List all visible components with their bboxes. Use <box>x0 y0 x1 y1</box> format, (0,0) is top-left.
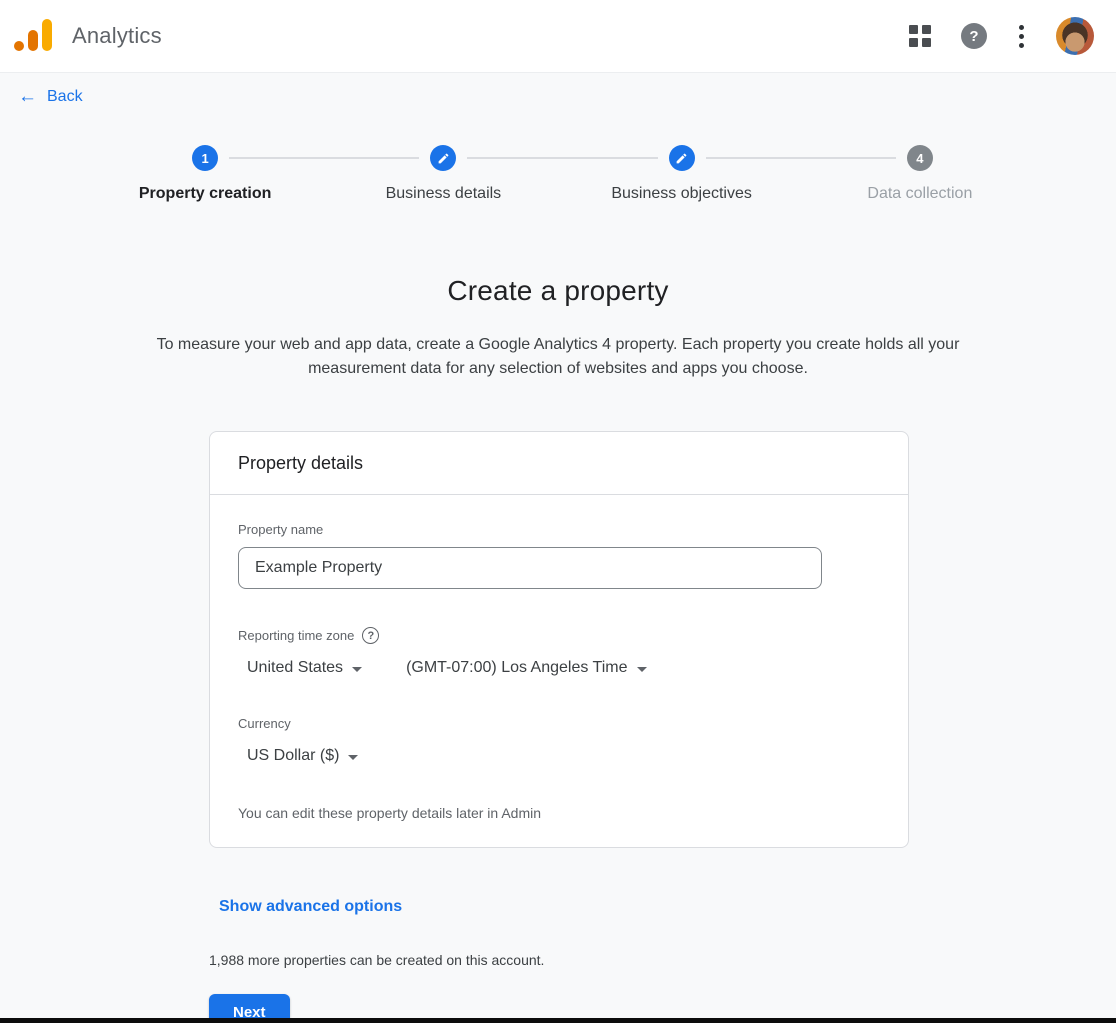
wizard-content: ← Back 1 Property creation Business deta… <box>0 72 1116 1018</box>
back-row: ← Back <box>0 73 1116 107</box>
card-body: Property name Reporting time zone ? Unit… <box>210 495 908 847</box>
user-avatar[interactable] <box>1056 17 1094 55</box>
edit-later-note: You can edit these property details late… <box>238 805 880 821</box>
currency-label: Currency <box>238 716 291 731</box>
timezone-value: (GMT-07:00) Los Angeles Time <box>406 659 627 677</box>
card-title: Property details <box>238 453 880 474</box>
timezone-field-group: Reporting time zone ? United States (GMT… <box>238 627 880 677</box>
step-2-pencil-icon <box>430 145 456 171</box>
page-title: Create a property <box>0 275 1116 307</box>
grid-square <box>922 25 931 34</box>
card-header: Property details <box>210 432 908 495</box>
currency-value: US Dollar ($) <box>247 747 339 765</box>
timezone-help-icon[interactable]: ? <box>362 627 379 644</box>
bottom-window-edge <box>0 1018 1116 1023</box>
app-title: Analytics <box>72 23 162 49</box>
back-button[interactable]: ← Back <box>18 87 83 106</box>
show-advanced-options-link[interactable]: Show advanced options <box>219 898 402 916</box>
property-name-label: Property name <box>238 522 323 537</box>
page-description: To measure your web and app data, create… <box>118 333 998 381</box>
analytics-property-wizard: Analytics ? ← Back 1 Property creation <box>0 0 1116 1023</box>
step-3-pencil-icon <box>669 145 695 171</box>
help-icon[interactable]: ? <box>961 23 987 49</box>
property-name-field-group: Property name <box>238 521 880 589</box>
timezone-label: Reporting time zone ? <box>238 627 379 644</box>
logo-bar-mid <box>28 30 38 51</box>
step-1-indicator: 1 <box>192 145 218 171</box>
google-apps-grid-icon[interactable] <box>909 25 931 47</box>
overflow-menu-icon[interactable] <box>1017 23 1026 50</box>
step-business-details[interactable]: Business details <box>324 145 562 203</box>
properties-quota-text: 1,988 more properties can be created on … <box>209 952 1116 968</box>
country-select[interactable]: United States <box>247 659 362 677</box>
logo-bar-tall <box>42 19 52 51</box>
timezone-label-text: Reporting time zone <box>238 628 354 643</box>
property-name-input[interactable] <box>238 547 822 589</box>
grid-square <box>909 25 918 34</box>
grid-square <box>922 38 931 47</box>
timezone-select[interactable]: (GMT-07:00) Los Angeles Time <box>406 659 646 677</box>
currency-select-row: US Dollar ($) <box>238 747 880 765</box>
brand[interactable]: Analytics <box>14 19 162 53</box>
caret-down-icon <box>348 755 358 760</box>
step-business-objectives[interactable]: Business objectives <box>563 145 801 203</box>
caret-down-icon <box>352 667 362 672</box>
step-1-label: Property creation <box>139 185 271 203</box>
topbar-actions: ? <box>909 17 1094 55</box>
dot <box>1019 25 1024 30</box>
currency-field-group: Currency US Dollar ($) <box>238 715 880 765</box>
country-value: United States <box>247 659 343 677</box>
dot <box>1019 34 1024 39</box>
step-4-indicator: 4 <box>907 145 933 171</box>
step-data-collection[interactable]: 4 Data collection <box>801 145 1039 203</box>
back-label: Back <box>47 88 83 106</box>
property-details-card: Property details Property name Reporting… <box>209 431 909 848</box>
timezone-selects: United States (GMT-07:00) Los Angeles Ti… <box>238 659 880 677</box>
caret-down-icon <box>637 667 647 672</box>
google-analytics-logo-icon <box>14 19 56 53</box>
back-arrow-icon: ← <box>18 87 37 106</box>
currency-select[interactable]: US Dollar ($) <box>247 747 358 765</box>
grid-square <box>909 38 918 47</box>
step-property-creation[interactable]: 1 Property creation <box>86 145 324 203</box>
step-4-label: Data collection <box>867 185 972 203</box>
dot <box>1019 43 1024 48</box>
top-app-bar: Analytics ? <box>0 0 1116 72</box>
wizard-stepper: 1 Property creation Business details Bus… <box>86 145 1039 203</box>
step-2-label: Business details <box>386 185 502 203</box>
logo-dot <box>14 41 24 51</box>
step-3-label: Business objectives <box>611 185 752 203</box>
